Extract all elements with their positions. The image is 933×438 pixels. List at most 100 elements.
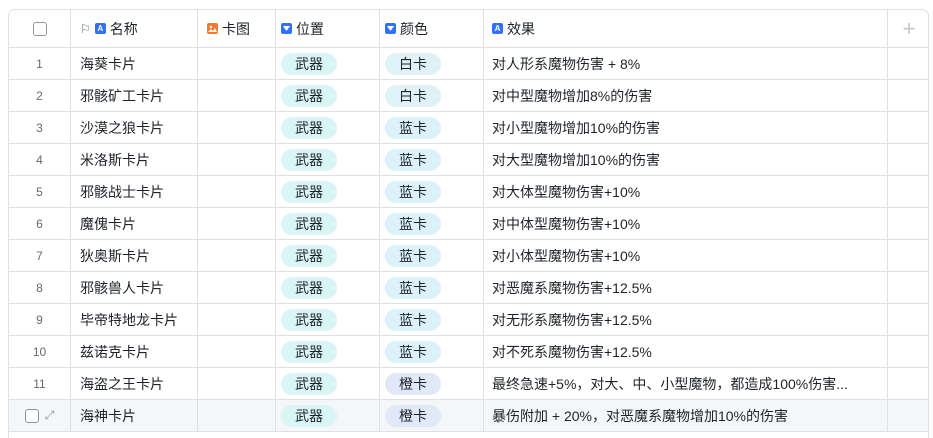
- column-header-name[interactable]: ⚐ A 名称: [71, 10, 198, 47]
- table-row[interactable]: 7 狄奥斯卡片 武器 蓝卡 对小体型魔物伤害+10%: [9, 240, 928, 272]
- cell-effect[interactable]: 对中型魔物增加8%的伤害: [484, 80, 888, 111]
- cell-effect[interactable]: 对人形系魔物伤害 + 8%: [484, 48, 888, 79]
- cell-position[interactable]: 武器: [276, 304, 380, 335]
- cell-name[interactable]: 邪骸矿工卡片: [71, 80, 198, 111]
- cell-empty: [888, 304, 928, 335]
- column-header-position[interactable]: 位置: [276, 10, 380, 47]
- table-row[interactable]: ⤢ 海神卡片 武器 橙卡 暴伤附加 + 20%，对恶魔系魔物增加10%的伤害: [9, 400, 928, 432]
- cell-color[interactable]: 蓝卡: [380, 176, 484, 207]
- select-all-checkbox[interactable]: [32, 21, 47, 36]
- cell-name[interactable]: 沙漠之狼卡片: [71, 112, 198, 143]
- position-tag: 武器: [281, 372, 337, 395]
- cell-position[interactable]: 武器: [276, 112, 380, 143]
- cell-image[interactable]: [198, 144, 276, 175]
- cell-effect[interactable]: 对不死系魔物伤害+12.5%: [484, 336, 888, 367]
- cell-color[interactable]: 蓝卡: [380, 304, 484, 335]
- cell-position[interactable]: 武器: [276, 208, 380, 239]
- cell-effect[interactable]: 对无形系魔物伤害+12.5%: [484, 304, 888, 335]
- cell-color[interactable]: 蓝卡: [380, 336, 484, 367]
- row-index-cell: 10: [9, 336, 71, 367]
- cell-color[interactable]: 蓝卡: [380, 112, 484, 143]
- table-row[interactable]: 8 邪骸兽人卡片 武器 蓝卡 对恶魔系魔物伤害+12.5%: [9, 272, 928, 304]
- cell-color[interactable]: 橙卡: [380, 368, 484, 399]
- row-index-cell: 11: [9, 368, 71, 399]
- effect-text: 对大体型魔物伤害+10%: [492, 183, 641, 200]
- table-row[interactable]: 5 邪骸战士卡片 武器 蓝卡 对大体型魔物伤害+10%: [9, 176, 928, 208]
- cell-effect[interactable]: 对大体型魔物伤害+10%: [484, 176, 888, 207]
- cell-color[interactable]: 橙卡: [380, 400, 484, 431]
- cell-color[interactable]: 蓝卡: [380, 208, 484, 239]
- color-tag: 白卡: [385, 84, 441, 107]
- table-row[interactable]: 6 魔傀卡片 武器 蓝卡 对中体型魔物伤害+10%: [9, 208, 928, 240]
- cell-image[interactable]: [198, 400, 276, 431]
- cell-position[interactable]: 武器: [276, 240, 380, 271]
- column-header-image[interactable]: 卡图: [198, 10, 276, 47]
- row-index-cell: 7: [9, 240, 71, 271]
- cell-effect[interactable]: 最终急速+5%，对大、中、小型魔物，都造成100%伤害...: [484, 368, 888, 399]
- column-header-effect[interactable]: A 效果: [484, 10, 888, 47]
- cell-position[interactable]: 武器: [276, 368, 380, 399]
- table-row[interactable]: 11 海盗之王卡片 武器 橙卡 最终急速+5%，对大、中、小型魔物，都造成100…: [9, 368, 928, 400]
- cell-name[interactable]: 海神卡片: [71, 400, 198, 431]
- row-number: 6: [36, 216, 43, 231]
- cell-name[interactable]: 邪骸战士卡片: [71, 176, 198, 207]
- table-row[interactable]: 9 毕帝特地龙卡片 武器 蓝卡 对无形系魔物伤害+12.5%: [9, 304, 928, 336]
- cell-position[interactable]: 武器: [276, 272, 380, 303]
- cell-image[interactable]: [198, 272, 276, 303]
- expand-record-icon[interactable]: ⤢: [45, 408, 55, 423]
- add-column-button[interactable]: +: [888, 10, 928, 47]
- table-row[interactable]: 2 邪骸矿工卡片 武器 白卡 对中型魔物增加8%的伤害: [9, 80, 928, 112]
- cell-position[interactable]: 武器: [276, 400, 380, 431]
- cell-effect[interactable]: 暴伤附加 + 20%，对恶魔系魔物增加10%的伤害: [484, 400, 888, 431]
- position-tag: 武器: [281, 116, 337, 139]
- cell-position[interactable]: 武器: [276, 80, 380, 111]
- cell-color[interactable]: 蓝卡: [380, 144, 484, 175]
- cell-image[interactable]: [198, 368, 276, 399]
- cell-color[interactable]: 白卡: [380, 80, 484, 111]
- cell-name[interactable]: 邪骸兽人卡片: [71, 272, 198, 303]
- text-field-icon: A: [492, 23, 503, 34]
- cell-image[interactable]: [198, 304, 276, 335]
- cell-effect[interactable]: 对小型魔物增加10%的伤害: [484, 112, 888, 143]
- cell-image[interactable]: [198, 336, 276, 367]
- cell-image[interactable]: [198, 112, 276, 143]
- cell-effect[interactable]: 对中体型魔物伤害+10%: [484, 208, 888, 239]
- cell-name[interactable]: 狄奥斯卡片: [71, 240, 198, 271]
- cell-name[interactable]: 毕帝特地龙卡片: [71, 304, 198, 335]
- cell-effect[interactable]: 对小体型魔物伤害+10%: [484, 240, 888, 271]
- cell-position[interactable]: 武器: [276, 48, 380, 79]
- color-tag: 蓝卡: [385, 340, 441, 363]
- position-tag: 武器: [281, 148, 337, 171]
- cell-position[interactable]: 武器: [276, 176, 380, 207]
- cell-name[interactable]: 米洛斯卡片: [71, 144, 198, 175]
- cell-name[interactable]: 兹诺克卡片: [71, 336, 198, 367]
- cell-empty: [888, 112, 928, 143]
- cell-name[interactable]: 海盗之王卡片: [71, 368, 198, 399]
- cell-position[interactable]: 武器: [276, 144, 380, 175]
- cell-color[interactable]: 蓝卡: [380, 272, 484, 303]
- cell-image[interactable]: [198, 240, 276, 271]
- cell-image[interactable]: [198, 176, 276, 207]
- column-header-color[interactable]: 颜色: [380, 10, 484, 47]
- row-checkbox[interactable]: [24, 408, 39, 423]
- cell-color[interactable]: 白卡: [380, 48, 484, 79]
- cell-effect[interactable]: 对大型魔物增加10%的伤害: [484, 144, 888, 175]
- position-tag: 武器: [281, 308, 337, 331]
- effect-text: 对大型魔物增加10%的伤害: [492, 151, 661, 168]
- cell-name[interactable]: 海葵卡片: [71, 48, 198, 79]
- cell-image[interactable]: [198, 48, 276, 79]
- table-row[interactable]: 3 沙漠之狼卡片 武器 蓝卡 对小型魔物增加10%的伤害: [9, 112, 928, 144]
- cell-name[interactable]: 魔傀卡片: [71, 208, 198, 239]
- cell-effect[interactable]: 对恶魔系魔物伤害+12.5%: [484, 272, 888, 303]
- row-number: 9: [36, 312, 43, 327]
- cell-color[interactable]: 蓝卡: [380, 240, 484, 271]
- table-row[interactable]: 4 米洛斯卡片 武器 蓝卡 对大型魔物增加10%的伤害: [9, 144, 928, 176]
- card-name: 毕帝特地龙卡片: [80, 311, 178, 328]
- text-field-icon: A: [94, 23, 106, 34]
- table-row[interactable]: 10 兹诺克卡片 武器 蓝卡 对不死系魔物伤害+12.5%: [9, 336, 928, 368]
- color-tag: 蓝卡: [385, 308, 441, 331]
- cell-image[interactable]: [198, 208, 276, 239]
- cell-image[interactable]: [198, 80, 276, 111]
- cell-position[interactable]: 武器: [276, 336, 380, 367]
- table-row[interactable]: 1 海葵卡片 武器 白卡 对人形系魔物伤害 + 8%: [9, 48, 928, 80]
